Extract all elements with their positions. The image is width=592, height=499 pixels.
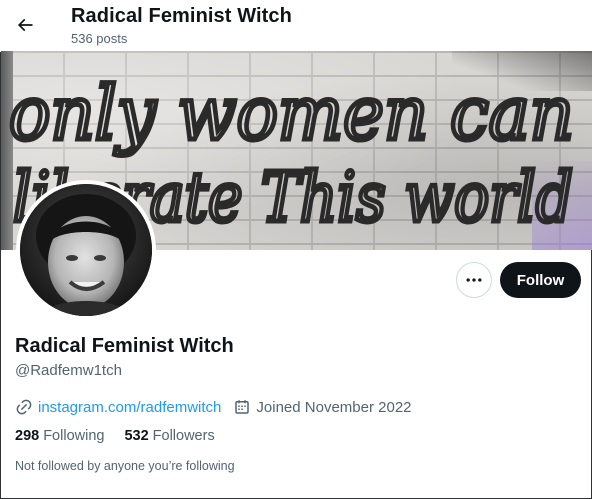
profile-name: Radical Feminist Witch (15, 335, 234, 357)
header-post-count: 536 posts (71, 31, 128, 46)
follow-stats: 298 Following 532 Followers (15, 428, 235, 444)
followers-stat[interactable]: 532 Followers (124, 428, 214, 444)
link-icon (15, 398, 33, 416)
following-label: Following (43, 428, 105, 444)
more-icon (466, 278, 482, 282)
profile-handle: @Radfemw1tch (15, 362, 122, 379)
profile-meta: instagram.com/radfemwitch Joined Novembe… (15, 397, 412, 417)
avatar[interactable] (16, 180, 156, 320)
back-arrow-icon (17, 18, 33, 32)
more-options-button[interactable] (456, 262, 492, 298)
top-bar: Radical Feminist Witch 536 posts (0, 0, 592, 52)
header-title: Radical Feminist Witch (71, 5, 292, 27)
website-link[interactable]: instagram.com/radfemwitch (38, 399, 221, 416)
followers-count: 532 (124, 428, 149, 444)
following-count: 298 (15, 428, 40, 444)
following-stat[interactable]: 298 Following (15, 428, 104, 444)
joined-date: Joined November 2022 (256, 398, 412, 416)
avatar-photo (20, 184, 152, 316)
graffiti-line-1: only women can (9, 71, 574, 157)
follow-button[interactable]: Follow (500, 262, 581, 298)
back-button[interactable] (8, 8, 42, 42)
calendar-icon (233, 398, 251, 416)
followers-label: Followers (152, 428, 215, 444)
social-context: Not followed by anyone you’re following (15, 459, 235, 473)
